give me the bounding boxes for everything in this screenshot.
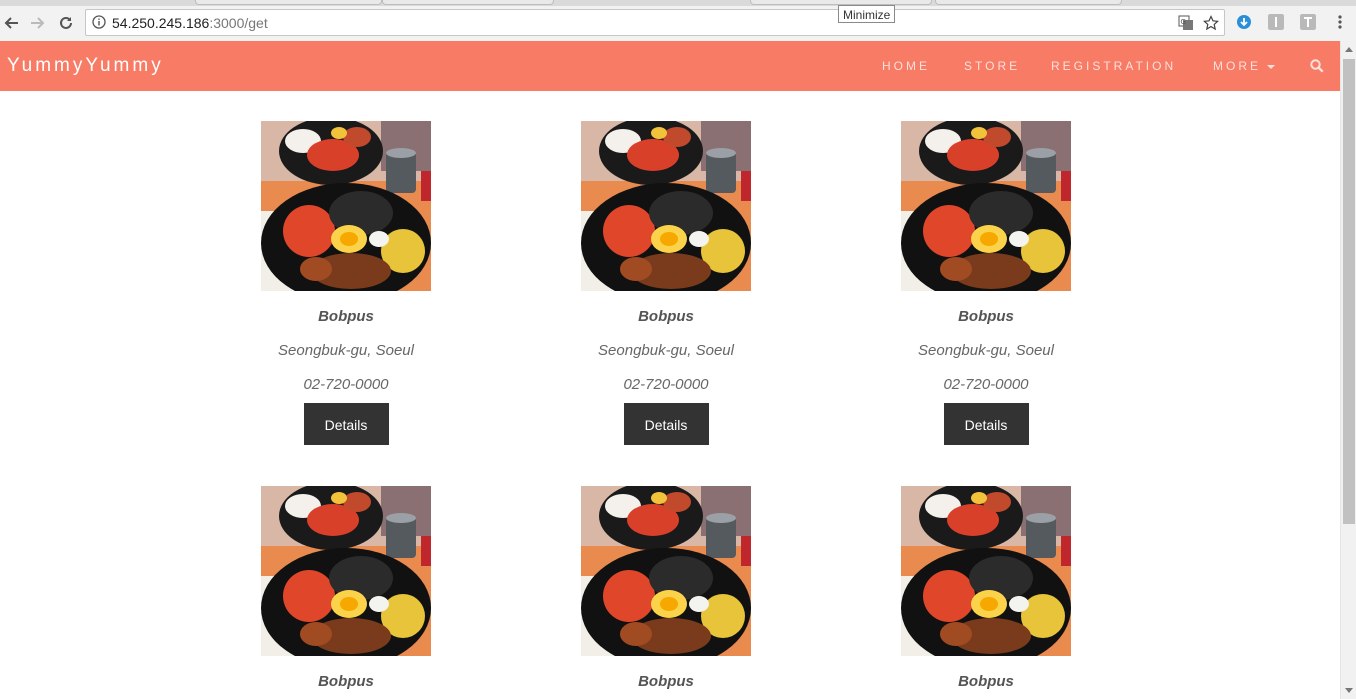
site-navbar: YummyYummy HOME STORE REGISTRATION MORE: [0, 41, 1340, 91]
info-icon[interactable]: [92, 15, 106, 29]
store-photo[interactable]: [261, 121, 431, 291]
star-icon[interactable]: [1203, 15, 1219, 31]
forward-button[interactable]: [27, 12, 49, 34]
address-bar[interactable]: 54.250.245.186:3000/get G: [85, 9, 1225, 36]
store-photo[interactable]: [901, 121, 1071, 291]
reload-icon: [60, 16, 72, 29]
url-text: 54.250.245.186:3000/get: [112, 15, 268, 31]
nav-links: HOME STORE REGISTRATION MORE: [850, 41, 1340, 91]
details-button[interactable]: Details: [623, 403, 709, 445]
browser-tab[interactable]: [382, 0, 554, 5]
scroll-up-icon[interactable]: [1345, 47, 1353, 52]
caret-down-icon: [1267, 64, 1275, 69]
store-photo[interactable]: [901, 486, 1071, 656]
store-name: Bobpus: [958, 673, 1014, 690]
details-button[interactable]: Details: [303, 403, 389, 445]
store-address: Seongbuk-gu, Soeul: [598, 342, 734, 359]
nav-registration[interactable]: REGISTRATION: [1051, 59, 1176, 73]
store-name: Bobpus: [958, 308, 1014, 325]
ext-t-icon[interactable]: [1300, 14, 1316, 30]
svg-text:G: G: [1181, 18, 1186, 26]
page-scrollbar[interactable]: [1340, 41, 1356, 699]
forward-icon: [31, 17, 45, 29]
download-ext-icon[interactable]: [1236, 14, 1252, 30]
details-button[interactable]: Details: [943, 403, 1029, 445]
url-path: :3000/get: [209, 15, 268, 31]
browser-tab[interactable]: [935, 0, 1122, 5]
nav-more-label: MORE: [1213, 59, 1261, 73]
store-phone: 02-720-0000: [623, 376, 709, 393]
store-address: Seongbuk-gu, Soeul: [918, 342, 1054, 359]
store-photo[interactable]: [581, 121, 751, 291]
store-card: Bobpus Seongbuk-gu, Soeul 02-720-0000 De…: [236, 121, 456, 445]
store-phone: 02-720-0000: [943, 376, 1029, 393]
reload-button[interactable]: [55, 12, 77, 34]
tooltip: Minimize: [838, 5, 896, 23]
store-name: Bobpus: [638, 673, 694, 690]
store-card: Bobpus Seongbuk-gu, Soeul 02-720-0000 De…: [876, 121, 1096, 445]
scrollbar-thumb[interactable]: [1343, 59, 1355, 524]
url-host: 54.250.245.186: [112, 15, 210, 31]
menu-icon[interactable]: [1334, 14, 1346, 30]
store-name: Bobpus: [318, 673, 374, 690]
store-photo[interactable]: [581, 486, 751, 656]
store-name: Bobpus: [638, 308, 694, 325]
nav-home[interactable]: HOME: [882, 59, 930, 73]
translate-icon[interactable]: G: [1178, 15, 1194, 31]
browser-tab[interactable]: [195, 0, 382, 5]
ext-i-icon[interactable]: [1268, 14, 1284, 30]
store-phone: 02-720-0000: [303, 376, 389, 393]
nav-store[interactable]: STORE: [964, 59, 1020, 73]
scroll-down-icon[interactable]: [1345, 688, 1353, 693]
store-card: Bobpus Seongbuk-gu, Soeul 02-720-0000 De…: [556, 121, 776, 445]
store-card: Bobpus: [876, 486, 1096, 690]
back-button[interactable]: [0, 12, 22, 34]
store-photo[interactable]: [261, 486, 431, 656]
store-card: Bobpus: [556, 486, 776, 690]
store-card: Bobpus: [236, 486, 456, 690]
browser-toolbar: 54.250.245.186:3000/get G: [0, 6, 1356, 42]
store-address: Seongbuk-gu, Soeul: [278, 342, 414, 359]
store-name: Bobpus: [318, 308, 374, 325]
nav-more[interactable]: MORE: [1213, 59, 1275, 73]
back-icon: [4, 17, 18, 29]
search-icon[interactable]: [1309, 58, 1325, 74]
site-brand[interactable]: YummyYummy: [7, 55, 164, 77]
